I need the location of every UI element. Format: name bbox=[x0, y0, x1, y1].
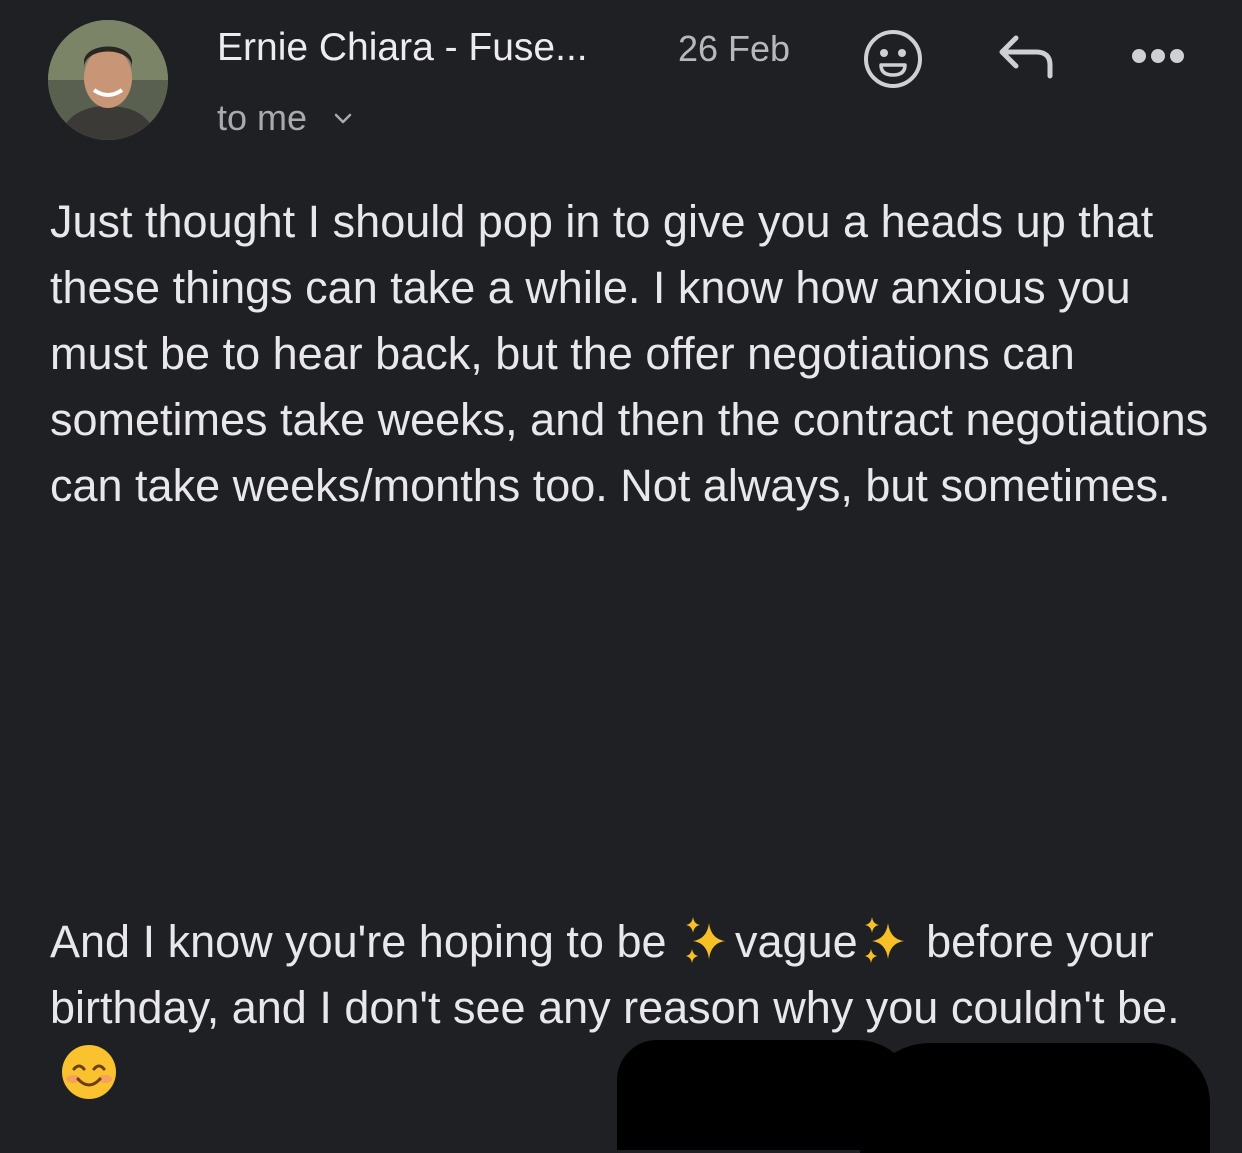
email-header: Ernie Chiara - Fuse... 26 Feb to me bbox=[0, 0, 1242, 160]
sender-avatar[interactable] bbox=[48, 20, 168, 140]
sparkles-icon bbox=[864, 917, 904, 964]
more-options-icon[interactable] bbox=[1130, 46, 1186, 66]
smiling-face-emoji-icon bbox=[62, 1045, 116, 1100]
avatar-photo bbox=[48, 20, 168, 140]
sparkles-icon bbox=[686, 917, 726, 964]
recipient-label[interactable]: to me bbox=[217, 97, 307, 139]
email-date: 26 Feb bbox=[678, 28, 791, 69]
email-body-paragraph: Just thought I should pop in to give you… bbox=[50, 196, 1209, 511]
redaction-mark bbox=[860, 1043, 1210, 1153]
chevron-down-icon[interactable] bbox=[332, 111, 354, 125]
reply-arrow-icon[interactable] bbox=[996, 32, 1056, 82]
body-text: And I know you're hoping to be bbox=[50, 916, 680, 967]
highlight-text: vague bbox=[735, 916, 858, 967]
smiley-face-icon[interactable] bbox=[862, 28, 924, 90]
sender-name[interactable]: Ernie Chiara - Fuse... bbox=[217, 26, 588, 70]
